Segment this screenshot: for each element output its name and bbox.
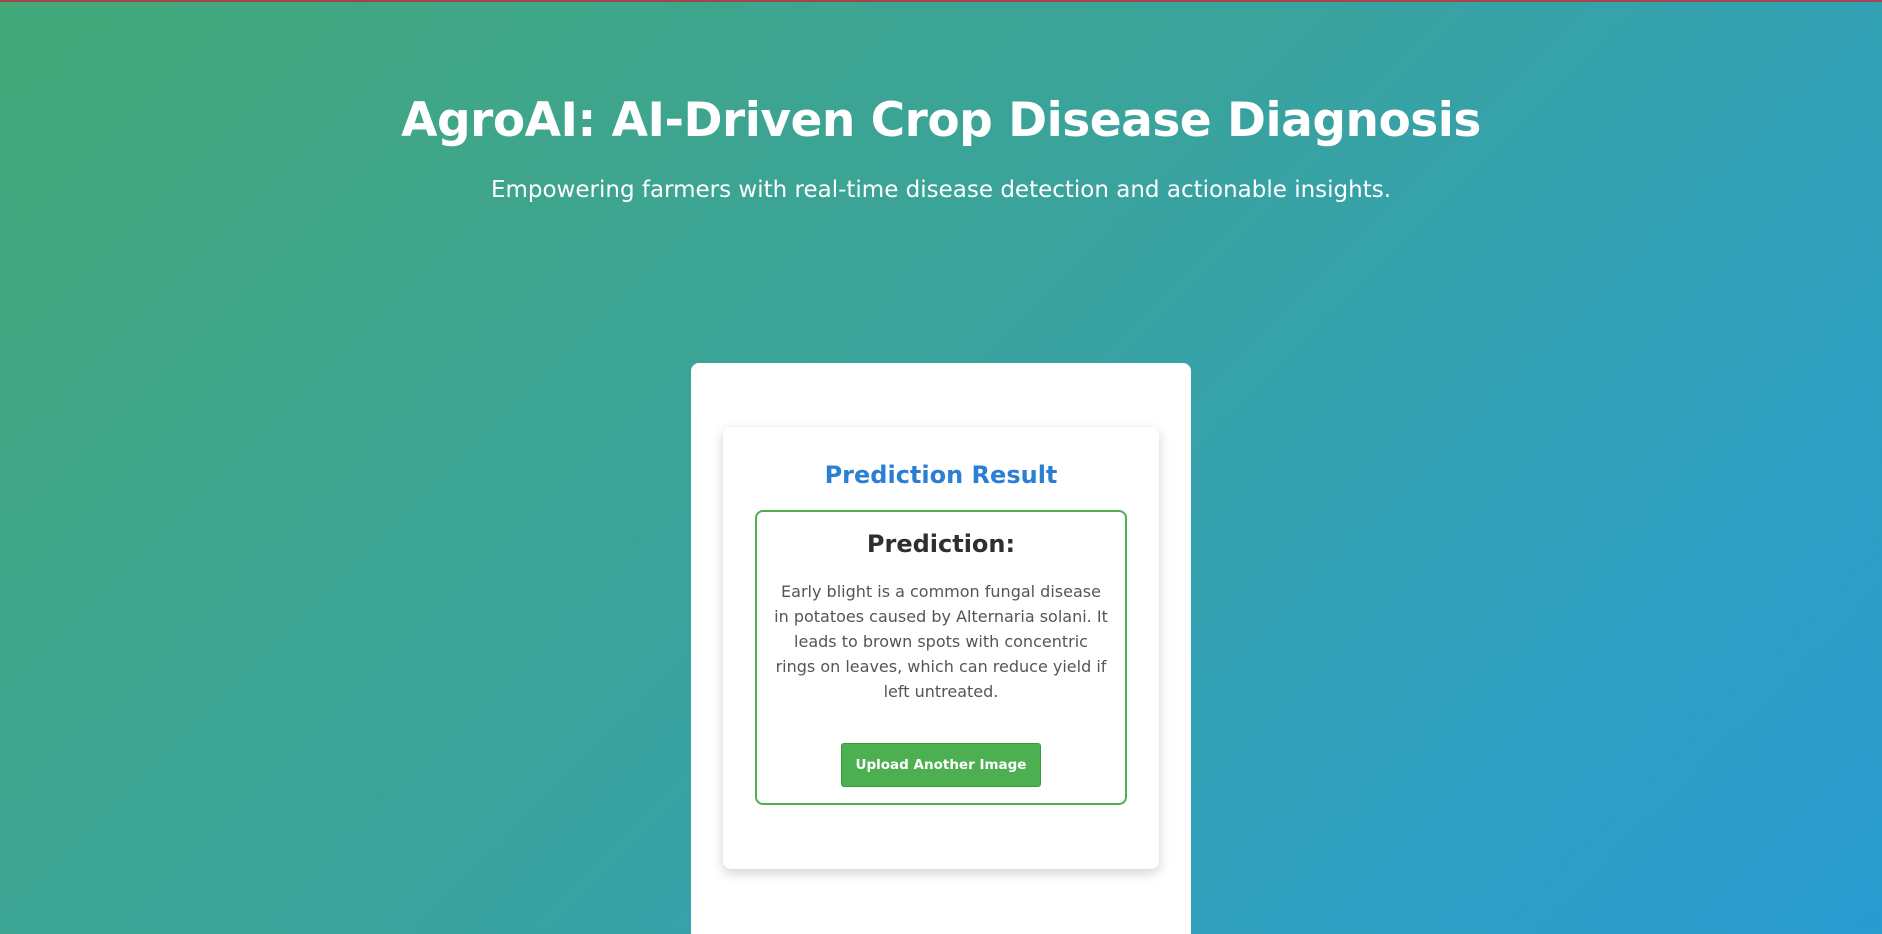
page-title: AgroAI: AI-Driven Crop Disease Diagnosis <box>401 93 1481 148</box>
prediction-box: Prediction: Early blight is a common fun… <box>755 510 1127 805</box>
page-subtitle: Empowering farmers with real-time diseas… <box>490 177 1392 203</box>
upload-another-image-button[interactable]: Upload Another Image <box>841 743 1041 787</box>
prediction-result-heading: Prediction Result <box>824 461 1058 489</box>
main-container-card: Prediction Result Prediction: Early blig… <box>691 363 1191 934</box>
prediction-label: Prediction: <box>866 530 1016 558</box>
top-border-line <box>0 0 1882 2</box>
page-header: AgroAI: AI-Driven Crop Disease Diagnosis… <box>0 88 1882 206</box>
prediction-description: Early blight is a common fungal disease … <box>774 582 1108 701</box>
prediction-result-card: Prediction Result Prediction: Early blig… <box>723 427 1159 869</box>
